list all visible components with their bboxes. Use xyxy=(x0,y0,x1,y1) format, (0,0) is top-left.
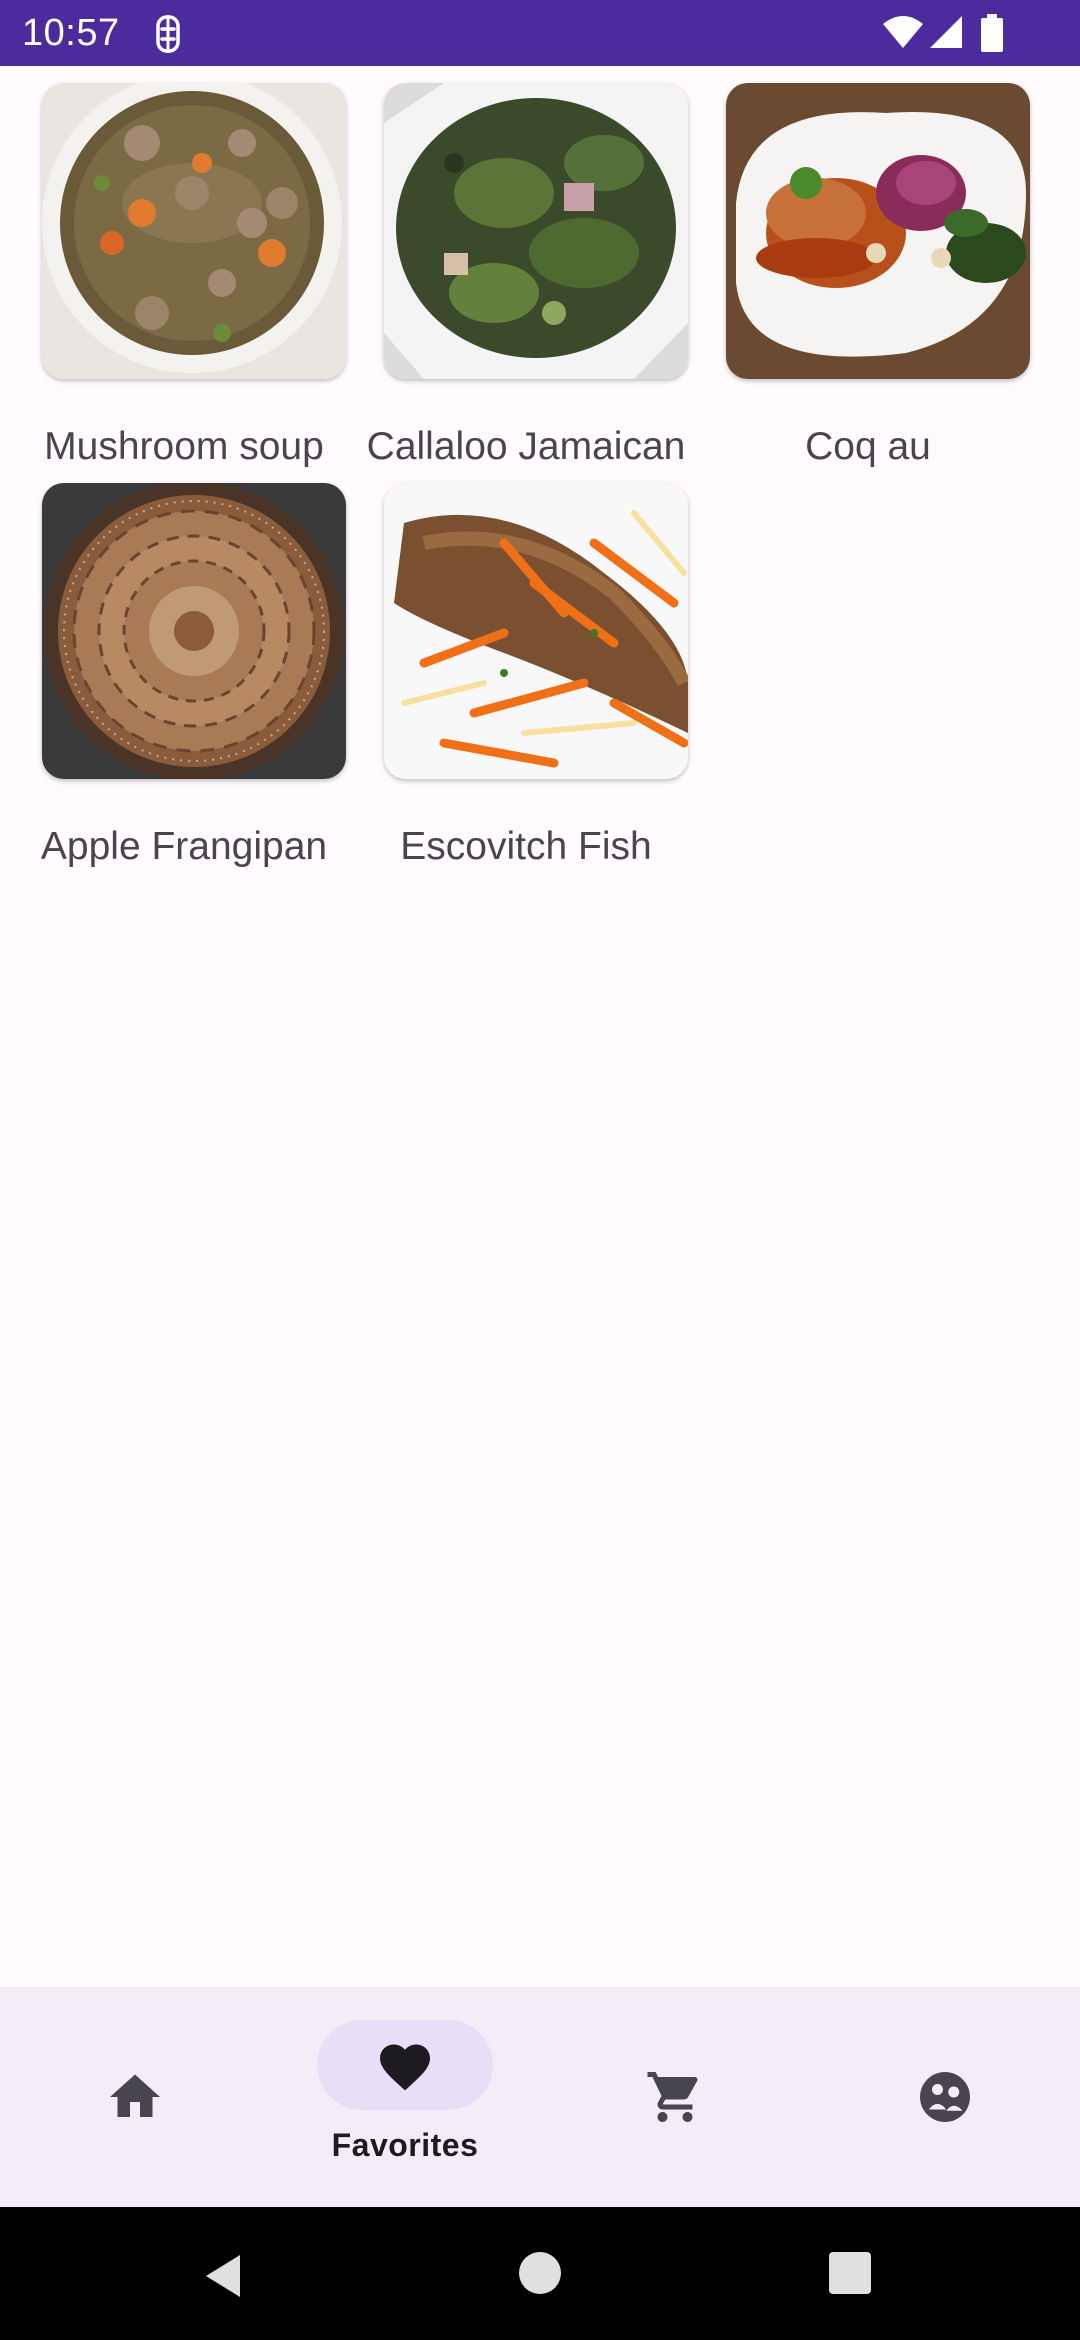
favorite-card[interactable]: Mushroom soup xyxy=(13,83,355,483)
profile-icon xyxy=(920,2072,970,2122)
status-time: 10:57 xyxy=(22,12,120,54)
wifi-icon xyxy=(883,16,923,48)
battery-icon xyxy=(981,14,1003,52)
favorite-title: Mushroom soup xyxy=(44,425,324,468)
nav-item-cart[interactable] xyxy=(540,1987,810,2207)
app-notification-icon xyxy=(156,15,180,53)
escovitch-fish-photo[interactable] xyxy=(384,483,688,779)
favorite-title: Callaloo Jamaican xyxy=(366,425,686,468)
apple-frangipan-photo[interactable] xyxy=(42,483,346,779)
screen: 10:57 Mushroom soup Callaloo Jamaican Co… xyxy=(0,0,1080,2340)
favorite-card[interactable]: Callaloo Jamaican xyxy=(355,83,697,483)
system-navigation-bar xyxy=(0,2207,1080,2340)
favorite-card[interactable]: Coq au xyxy=(697,83,1039,483)
favorite-card[interactable]: Apple Frangipan xyxy=(13,483,355,883)
recents-icon[interactable] xyxy=(828,2251,872,2295)
nav-label-favorites: Favorites xyxy=(331,2127,479,2163)
bottom-navigation: Favorites xyxy=(0,1987,1080,2207)
coq-au-vin-photo[interactable] xyxy=(726,83,1030,379)
favorite-title: Coq au xyxy=(805,425,931,468)
mushroom-soup-photo[interactable] xyxy=(42,83,346,379)
favorite-card[interactable]: Escovitch Fish xyxy=(355,483,697,883)
home-circle-icon[interactable] xyxy=(518,2251,562,2295)
callaloo-photo[interactable] xyxy=(384,83,688,379)
signal-icon xyxy=(930,16,962,48)
back-icon[interactable] xyxy=(200,2251,250,2301)
favorite-title: Apple Frangipan xyxy=(40,825,328,868)
heart-icon xyxy=(380,2044,430,2091)
favorite-title: Escovitch Fish xyxy=(400,825,652,868)
nav-item-favorites[interactable]: Favorites xyxy=(270,1987,540,2207)
home-icon xyxy=(110,2074,160,2117)
cart-icon xyxy=(647,2072,698,2122)
nav-item-profile[interactable] xyxy=(810,1987,1080,2207)
status-bar: 10:57 xyxy=(0,0,1080,66)
nav-item-home[interactable] xyxy=(0,1987,270,2207)
